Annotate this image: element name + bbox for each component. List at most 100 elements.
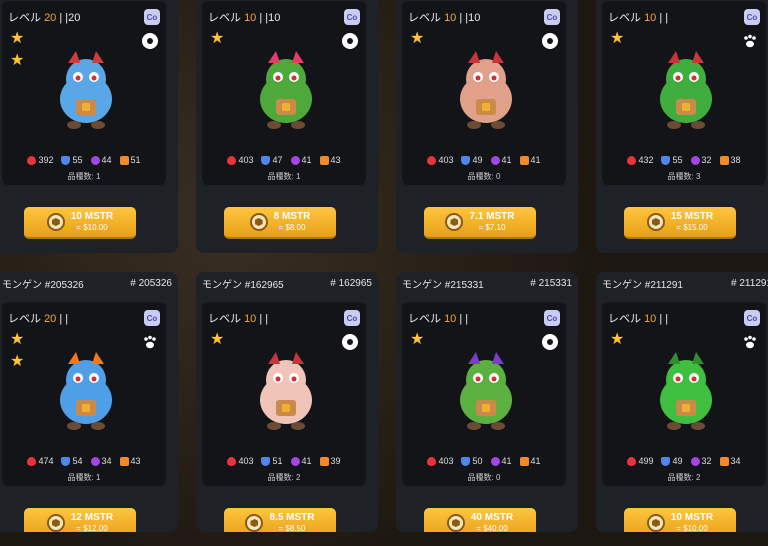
hp-stat: 403 <box>227 155 253 165</box>
heart-icon <box>27 155 37 165</box>
monster-id: # 215331 <box>530 277 572 289</box>
star-icon: ★ <box>410 331 425 348</box>
claw-icon <box>519 155 529 165</box>
monster-image <box>460 352 512 430</box>
monster-panel: レベル 10 | | Co ★ 403 51 41 39 品種数: 2 <box>202 302 366 486</box>
stats-row: 403 49 41 41 <box>402 155 566 165</box>
buy-price-button[interactable]: 10 MSTR = $10.00 <box>24 207 136 239</box>
breed-count: 品種数: 2 <box>267 473 301 482</box>
defense-value: 51 <box>272 456 283 466</box>
attack-stat: 51 <box>119 155 141 165</box>
monster-card[interactable]: レベル 10 | | Co ★ 432 55 32 38 品種数: 3 15 M… <box>596 0 768 253</box>
stats-row: 392 55 44 51 <box>2 155 166 165</box>
monster-card[interactable]: モンゲン #211291 # 211291 レベル 10 | | Co ★ 49… <box>596 272 768 532</box>
magic-stat: 41 <box>290 155 312 165</box>
magic-orb-icon <box>90 456 100 466</box>
monster-panel: レベル 10 | | Co ★ 403 50 41 41 品種数: 0 <box>402 302 566 486</box>
level-text: レベル <box>408 313 441 325</box>
level-text: レベル <box>208 12 241 24</box>
mstr-coin-icon <box>646 213 665 231</box>
attack-stat: 41 <box>519 155 541 165</box>
usd-price: = $7.10 <box>478 223 506 232</box>
mstr-price: 12 MSTR <box>70 512 114 523</box>
usd-price: = $8.00 <box>278 223 306 232</box>
hp-stat: 392 <box>27 155 53 165</box>
rarity-badge: Co <box>344 310 360 326</box>
magic-value: 41 <box>501 456 512 466</box>
mstr-price: 8.5 MSTR <box>269 512 315 523</box>
attack-value: 39 <box>330 456 341 466</box>
defense-stat: 51 <box>261 456 283 466</box>
defense-stat: 50 <box>461 456 483 466</box>
monster-image <box>60 352 112 430</box>
card-header: モンゲン #162965 # 162965 <box>196 272 378 294</box>
level-suffix: | | <box>659 12 669 24</box>
monster-card[interactable]: レベル 20 | |20 Co ★ ★ 392 55 44 51 品種数: 1 … <box>0 0 178 253</box>
level-value: 10 <box>444 313 457 325</box>
buy-price-button[interactable]: 8 MSTR = $8.00 <box>224 207 336 239</box>
attack-value: 43 <box>130 456 141 466</box>
magic-stat: 32 <box>690 456 712 466</box>
level-suffix: | |10 <box>459 12 481 24</box>
usd-price: = $40.00 <box>476 524 508 532</box>
level-text: レベル <box>608 313 641 325</box>
buy-price-button[interactable]: 12 MSTR = $12.00 <box>24 508 136 532</box>
gear-icon <box>542 334 558 350</box>
buy-price-button[interactable]: 7.1 MSTR = $7.10 <box>424 207 536 239</box>
magic-stat: 44 <box>90 155 112 165</box>
star-icon: ★ <box>10 30 25 47</box>
heart-icon <box>427 155 437 165</box>
hp-value: 403 <box>238 155 254 165</box>
hp-value: 403 <box>238 456 254 466</box>
attack-value: 38 <box>730 155 741 165</box>
monster-image <box>60 51 112 129</box>
mstr-coin-icon <box>646 514 665 532</box>
shield-icon <box>261 456 271 466</box>
buy-price-button[interactable]: 8.5 MSTR = $8.50 <box>224 508 336 532</box>
hp-stat: 499 <box>627 456 653 466</box>
mstr-coin-icon <box>446 514 465 532</box>
monster-image <box>460 51 512 129</box>
level-suffix: | | <box>659 313 669 325</box>
mstr-price: 10 MSTR <box>70 211 114 222</box>
defense-value: 55 <box>672 155 683 165</box>
buy-price-button[interactable]: 40 MSTR = $40.00 <box>424 508 536 532</box>
shield-icon <box>661 155 671 165</box>
breed-count: 品種数: 1 <box>67 473 101 482</box>
attack-value: 41 <box>530 456 541 466</box>
gear-icon <box>342 33 358 49</box>
star-icon: ★ <box>10 353 25 370</box>
level-label: レベル 10 | | <box>608 9 668 25</box>
shield-icon <box>461 456 471 466</box>
magic-value: 41 <box>301 155 312 165</box>
hp-stat: 432 <box>627 155 653 165</box>
attack-value: 34 <box>730 456 741 466</box>
shield-icon <box>261 155 271 165</box>
magic-stat: 41 <box>490 456 512 466</box>
gear-icon <box>142 33 158 49</box>
level-label: レベル 10 | | <box>408 310 468 326</box>
monster-title: モンゲン #211291 <box>602 279 683 291</box>
stats-row: 499 49 32 34 <box>602 456 766 466</box>
monster-card[interactable]: モンゲン #205326 # 205326 レベル 20 | | Co ★ ★ <box>0 272 178 532</box>
monster-card[interactable]: レベル 10 | |10 Co ★ 403 49 41 41 品種数: 0 7.… <box>396 0 578 253</box>
monster-card[interactable]: モンゲン #162965 # 162965 レベル 10 | | Co ★ 40… <box>196 272 378 532</box>
heart-icon <box>627 456 637 466</box>
monster-panel: レベル 10 | |10 Co ★ 403 49 41 41 品種数: 0 <box>402 1 566 185</box>
magic-orb-icon <box>90 155 100 165</box>
buy-price-button[interactable]: 15 MSTR = $15.00 <box>624 207 736 239</box>
mstr-price: 7.1 MSTR <box>469 211 515 222</box>
claw-icon <box>519 456 529 466</box>
monster-image <box>660 352 712 430</box>
monster-card[interactable]: モンゲン #215331 # 215331 レベル 10 | | Co ★ 40… <box>396 272 578 532</box>
monster-title: モンゲン #162965 <box>202 279 284 291</box>
hp-value: 432 <box>638 155 654 165</box>
monster-card[interactable]: レベル 10 | |10 Co ★ 403 47 41 43 品種数: 1 8 … <box>196 0 378 253</box>
magic-value: 41 <box>501 155 512 165</box>
buy-price-button[interactable]: 10 MSTR = $10.00 <box>624 508 736 532</box>
paw-icon <box>742 33 758 49</box>
defense-value: 55 <box>72 155 83 165</box>
defense-value: 49 <box>472 155 483 165</box>
mstr-price: 15 MSTR <box>670 211 714 222</box>
paw-icon <box>742 334 758 350</box>
